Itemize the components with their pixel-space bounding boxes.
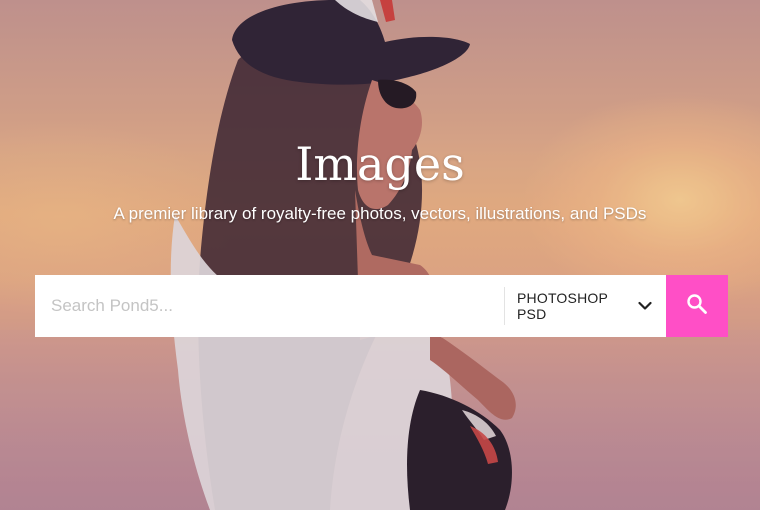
media-type-selected-label: PHOTOSHOP PSD: [517, 290, 608, 322]
page-subtitle: A premier library of royalty-free photos…: [113, 204, 647, 223]
search-bar: PHOTOSHOP PSD: [35, 275, 728, 337]
search-icon: [686, 293, 708, 320]
search-button[interactable]: [666, 275, 728, 337]
hero-overlay: [0, 0, 760, 510]
hero-banner: Images A premier library of royalty-free…: [0, 0, 760, 510]
search-input[interactable]: [35, 275, 504, 337]
page-title: Images: [295, 137, 465, 191]
chevron-down-icon: [638, 299, 652, 313]
media-type-dropdown[interactable]: PHOTOSHOP PSD: [504, 287, 666, 325]
